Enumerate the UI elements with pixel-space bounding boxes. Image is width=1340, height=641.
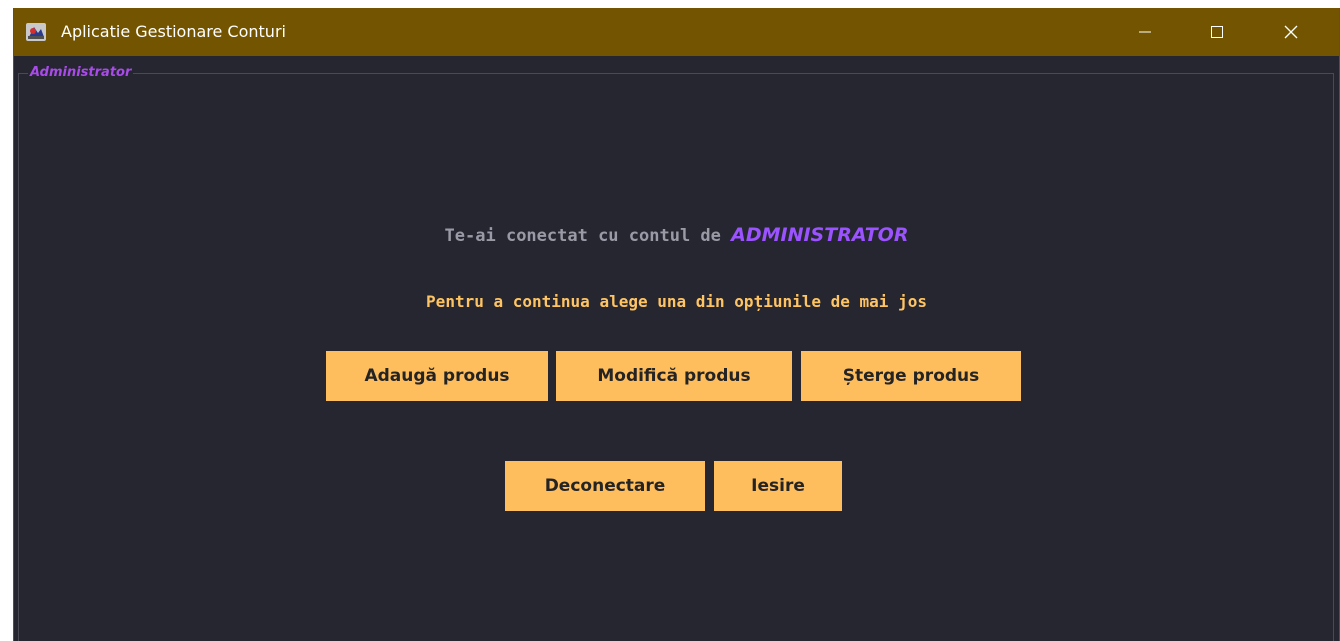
delete-product-button[interactable]: Șterge produs — [801, 351, 1021, 401]
account-role: ADMINISTRATOR — [731, 224, 909, 246]
panel-title: Administrator — [28, 64, 134, 82]
maximize-button[interactable] — [1194, 8, 1240, 56]
app-window: Aplicatie Gestionare Conturi Administrat… — [13, 8, 1340, 641]
minimize-icon — [1139, 31, 1151, 33]
window-title: Aplicatie Gestionare Conturi — [61, 22, 286, 41]
modify-product-button[interactable]: Modifică produs — [556, 351, 792, 401]
instruction-text: Pentru a continua alege una din opțiunil… — [426, 292, 927, 311]
add-product-button[interactable]: Adaugă produs — [326, 351, 548, 401]
minimize-button[interactable] — [1122, 8, 1168, 56]
close-button[interactable] — [1268, 8, 1314, 56]
close-icon — [1284, 25, 1298, 39]
title-bar[interactable]: Aplicatie Gestionare Conturi — [14, 8, 1339, 56]
login-message: Te-ai conectat cu contul de ADMINISTRATO… — [14, 224, 1339, 246]
maximize-icon — [1211, 26, 1223, 38]
main-content: Administrator Te-ai conectat cu contul d… — [14, 56, 1339, 641]
exit-button[interactable]: Iesire — [714, 461, 842, 511]
login-message-prefix: Te-ai conectat cu contul de — [444, 226, 732, 246]
app-icon — [26, 23, 46, 41]
logout-button[interactable]: Deconectare — [505, 461, 705, 511]
